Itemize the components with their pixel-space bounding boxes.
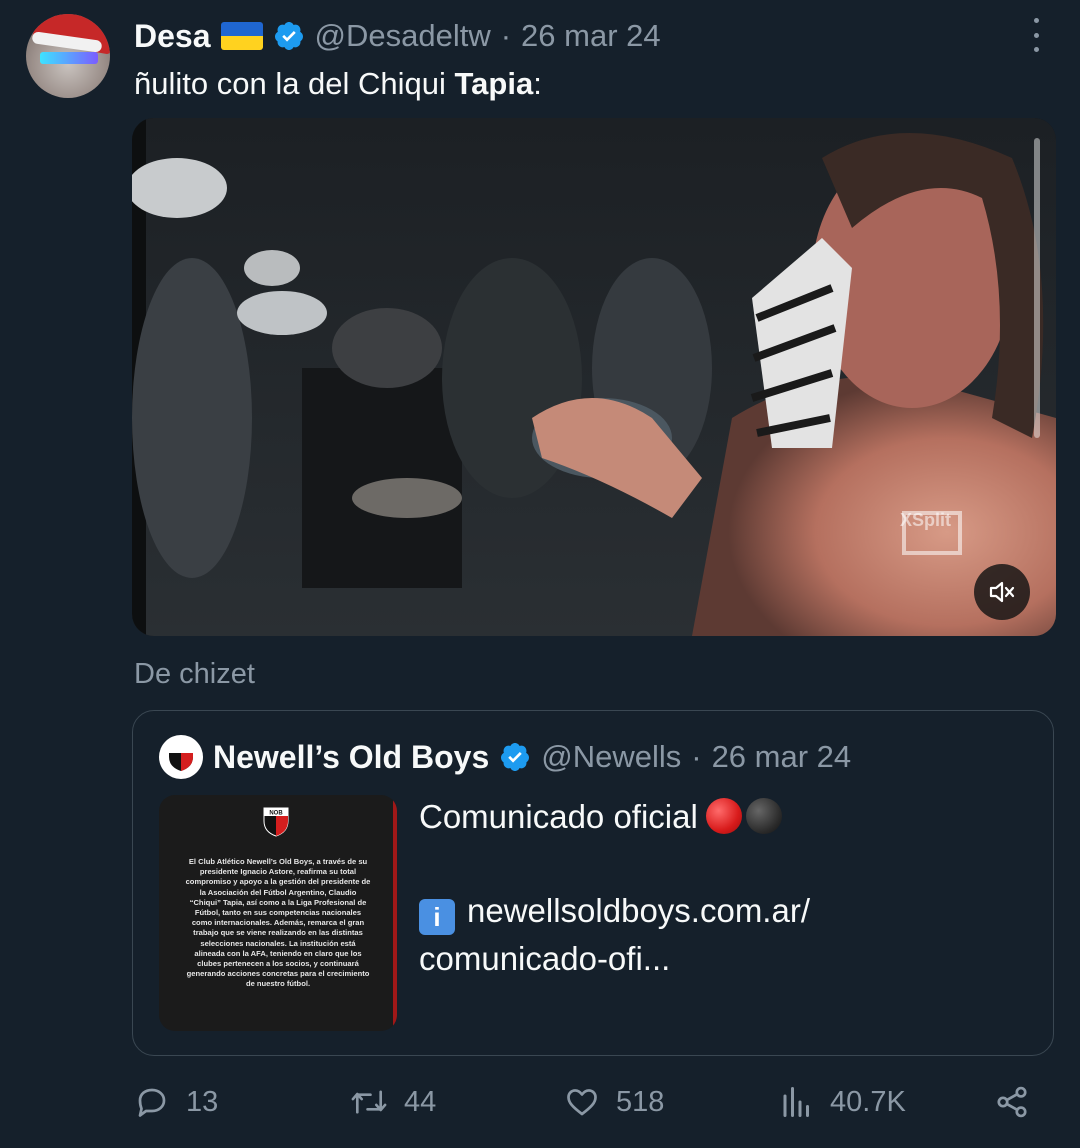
speaker-muted-icon <box>989 581 1015 603</box>
reply-button[interactable]: 13 <box>134 1078 218 1126</box>
quoted-image-text: El Club Atlético Newell’s Old Boys, a tr… <box>185 857 371 989</box>
tweet-date[interactable]: 26 mar 24 <box>521 18 661 54</box>
separator-dot: · <box>500 18 512 53</box>
newells-crest-icon: NOB <box>263 807 289 837</box>
tweet[interactable]: Desa @Desadeltw · 26 mar 24 ñulito con l… <box>0 0 1080 1148</box>
tweet-actions: 13 44 518 40.7K <box>0 1078 1080 1126</box>
black-circle-emoji <box>745 798 782 834</box>
quoted-author-handle[interactable]: @Newells <box>541 739 681 775</box>
like-button[interactable]: 518 <box>564 1078 664 1126</box>
quoted-author-name[interactable]: Newell’s Old Boys <box>213 739 489 776</box>
retweet-icon <box>351 1090 387 1114</box>
verified-badge-icon <box>274 22 303 50</box>
video-frame <box>132 118 1056 636</box>
quoted-tweet-image[interactable]: NOB El Club Atlético Newell’s Old Boys, … <box>159 795 397 1031</box>
video-watermark: XSplit <box>900 510 952 530</box>
author-avatar[interactable] <box>26 14 110 98</box>
retweet-count: 44 <box>404 1085 437 1118</box>
reply-icon <box>138 1088 166 1117</box>
retweet-button[interactable]: 44 <box>350 1078 436 1126</box>
heart-icon <box>567 1089 597 1116</box>
video-player[interactable] <box>132 118 1056 636</box>
information-icon: i <box>419 899 455 935</box>
red-circle-emoji <box>705 798 742 834</box>
image-stripe <box>393 795 397 1031</box>
quoted-link-line1[interactable]: newellsoldboys.com.ar/ <box>467 892 810 929</box>
views-button[interactable]: 40.7K <box>780 1078 906 1126</box>
quoted-tweet-date[interactable]: 26 mar 24 <box>712 739 852 775</box>
mute-button[interactable] <box>974 564 1030 620</box>
verified-badge-icon <box>501 743 530 771</box>
more-options-icon[interactable] <box>1024 18 1048 52</box>
like-count: 518 <box>616 1085 665 1118</box>
video-source[interactable]: De chizet <box>134 658 255 691</box>
tweet-text-bold: Tapia <box>454 66 534 101</box>
newells-crest-icon <box>169 745 193 771</box>
analytics-icon <box>783 1087 809 1117</box>
share-button[interactable] <box>994 1078 1030 1126</box>
tweet-header: Desa @Desadeltw · 26 mar 24 <box>134 14 661 58</box>
quoted-tweet-text: Comunicado oficial i newellsoldboys.com.a… <box>419 793 1019 983</box>
quoted-author-avatar[interactable] <box>159 735 203 779</box>
separator-dot: · <box>691 739 702 774</box>
views-count: 40.7K <box>830 1085 906 1118</box>
quoted-text-line1: Comunicado oficial <box>419 798 698 835</box>
quoted-tweet[interactable]: Newell’s Old Boys @Newells · 26 mar 24 N… <box>132 710 1054 1056</box>
share-icon <box>997 1086 1027 1118</box>
tweet-text: ñulito con la del Chiqui Tapia: <box>134 66 542 102</box>
quoted-link[interactable]: i newellsoldboys.com.ar/comunicado-ofi... <box>419 887 1019 983</box>
ukraine-flag-icon <box>220 22 263 50</box>
crest-text: NOB <box>269 811 283 817</box>
glasses-shape <box>40 52 98 64</box>
reply-count: 13 <box>186 1085 219 1118</box>
quoted-tweet-header: Newell’s Old Boys @Newells · 26 mar 24 <box>159 735 851 779</box>
quoted-link-line2[interactable]: comunicado-ofi... <box>419 940 670 977</box>
author-name[interactable]: Desa <box>134 18 211 55</box>
tweet-text-suffix: : <box>533 66 542 101</box>
tweet-text-prefix: ñulito con la del Chiqui <box>134 66 455 101</box>
author-handle[interactable]: @Desadeltw <box>315 18 491 54</box>
